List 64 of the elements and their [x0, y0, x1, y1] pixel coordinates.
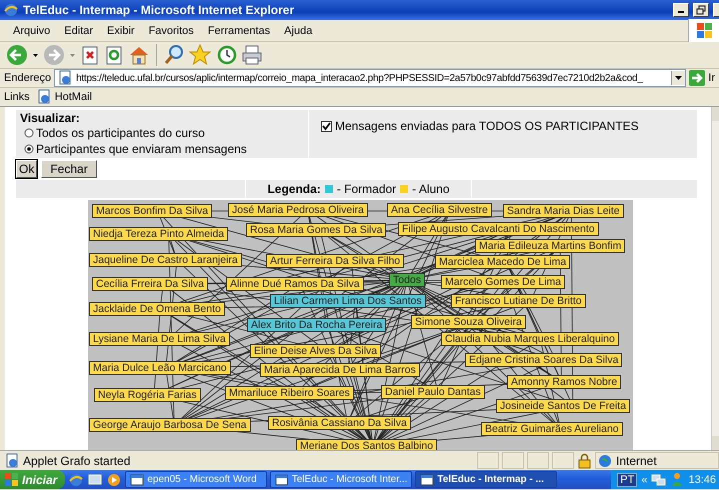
graph-node[interactable]: Alex Brito Da Rocha Pereira — [247, 318, 386, 332]
radio-option[interactable]: Todos os participantes do curso — [20, 125, 304, 141]
menu-item[interactable]: Editar — [57, 24, 100, 36]
graph-node[interactable]: George Araujo Barbosa De Sena — [89, 418, 251, 432]
status-text: Applet Grafo started — [23, 454, 132, 468]
graph-node[interactable]: Simone Souza Oliveira — [411, 314, 526, 329]
menu-item[interactable]: Ferramentas — [200, 24, 278, 36]
address-label: Endereço — [4, 72, 52, 84]
go-button[interactable]: Ir — [689, 70, 715, 86]
zone-text: Internet — [616, 454, 657, 468]
graph-node[interactable]: Francisco Lutiane De Britto — [451, 294, 586, 308]
graph-node[interactable]: Meriane Dos Santos Balbino — [296, 438, 438, 450]
taskbar-button[interactable]: TelEduc - Microsoft Inter... — [270, 471, 412, 488]
graph-node[interactable]: Cecília Frreira Da Silva — [92, 276, 208, 291]
graph-node[interactable]: Jaqueline De Castro Laranjeira — [89, 252, 242, 267]
graph-node[interactable]: Rosivânia Cassiano Da Silva — [268, 416, 411, 430]
menu-item[interactable]: Exibir — [100, 24, 142, 36]
graph-node[interactable]: Edjane Cristina Soares Da Silva — [465, 352, 622, 367]
favorite-link[interactable]: HotMail — [36, 89, 92, 105]
graph-node[interactable]: Daniel Paulo Dantas — [381, 384, 485, 399]
graph-node[interactable]: Todos — [389, 272, 426, 287]
graph-node[interactable]: Alinne Dué Ramos Da Silva — [226, 276, 364, 291]
clock: 13:46 — [688, 474, 716, 486]
graph-node[interactable]: Mmariluce Ribeiro Soares — [225, 386, 354, 400]
graph-node[interactable]: Ana Cecília Silvestre — [387, 202, 492, 217]
menu-item[interactable]: Arquivo — [6, 24, 58, 36]
graph-node[interactable]: Maria Aparecida De Lima Barros — [260, 362, 420, 377]
graph-node[interactable]: Beatriz Guimarães Aureliano — [481, 422, 623, 436]
options-heading: Visualizar: — [20, 111, 81, 125]
graph-node[interactable]: Rosa Maria Gomes Da Silva — [246, 222, 386, 237]
graph-node[interactable]: Marcos Bonfim Da Silva — [92, 204, 212, 218]
taskbar-button[interactable]: TelEduc - Intermap - ... — [415, 471, 558, 488]
legend-item: - Aluno — [412, 182, 450, 196]
legend-item: - Formador — [336, 182, 396, 196]
graph-node[interactable]: Marcelo Gomes De Lima — [441, 274, 566, 289]
address-field[interactable]: https://teleduc.ufal.br/cursos/aplic/intermap/correio_mapa_interacao2.php?PHPSESSID=2a57b0c97abfdd75639d7ec7210d2b2a&cod_ — [54, 69, 686, 87]
graph-node[interactable]: Josineide Santos De Freita — [496, 398, 630, 413]
graph-node[interactable]: Eline Deise Alves Da Silva — [250, 344, 382, 358]
graph-node[interactable]: Filipe Augusto Cavalcanti Do Nascimento — [398, 222, 599, 236]
graph-node[interactable]: Marciclea Macedo De Lima — [435, 254, 570, 269]
graph-node[interactable]: Amonny Ramos Nobre — [507, 374, 622, 389]
graph-node[interactable]: Sandra Maria Dias Leite — [503, 204, 624, 218]
graph-node[interactable]: Claudia Nubia Marques Liberalquino — [441, 332, 619, 346]
taskbar-button[interactable]: epen05 - Microsoft Word — [125, 471, 268, 488]
graph-node[interactable]: Niedja Tereza Pinto Almeida — [89, 226, 228, 241]
ok-button[interactable]: Ok — [16, 160, 38, 178]
legend-label: Legenda: — [267, 182, 321, 196]
graph-node[interactable]: Lilian Carmen Lima Dos Santos — [270, 294, 426, 308]
graph-node[interactable]: José Maria Pedrosa Oliveira — [228, 202, 368, 217]
language-indicator[interactable]: PT — [617, 472, 638, 486]
start-button[interactable]: Iniciar — [0, 470, 66, 489]
menu-item[interactable]: Favoritos — [142, 24, 201, 36]
menu-item[interactable]: Ajuda — [277, 24, 320, 36]
window-title: TelEduc - Intermap - Microsoft Internet Explorer — [23, 3, 296, 17]
graph-node[interactable]: Lysiane Maria De Lima Silva — [89, 332, 230, 346]
graph-node[interactable]: Maria Edileuza Martins Bonfim — [475, 238, 626, 253]
links-label: Links — [4, 91, 30, 103]
checkbox-option[interactable]: Mensagens enviadas para TODOS OS PARTICIPANTES — [321, 119, 639, 133]
graph-node[interactable]: Neyla Rogéria Farias — [94, 388, 201, 402]
graph-node[interactable]: Jacklaide De Omena Bento — [89, 302, 225, 316]
close-form-button[interactable]: Fechar — [41, 160, 97, 178]
graph-node[interactable]: Artur Ferreira Da Silva Filho — [266, 254, 404, 268]
radio-option[interactable]: Participantes que enviaram mensagens — [20, 141, 304, 157]
graph-node[interactable]: Maria Dulce Leão Marcicano — [89, 360, 231, 375]
